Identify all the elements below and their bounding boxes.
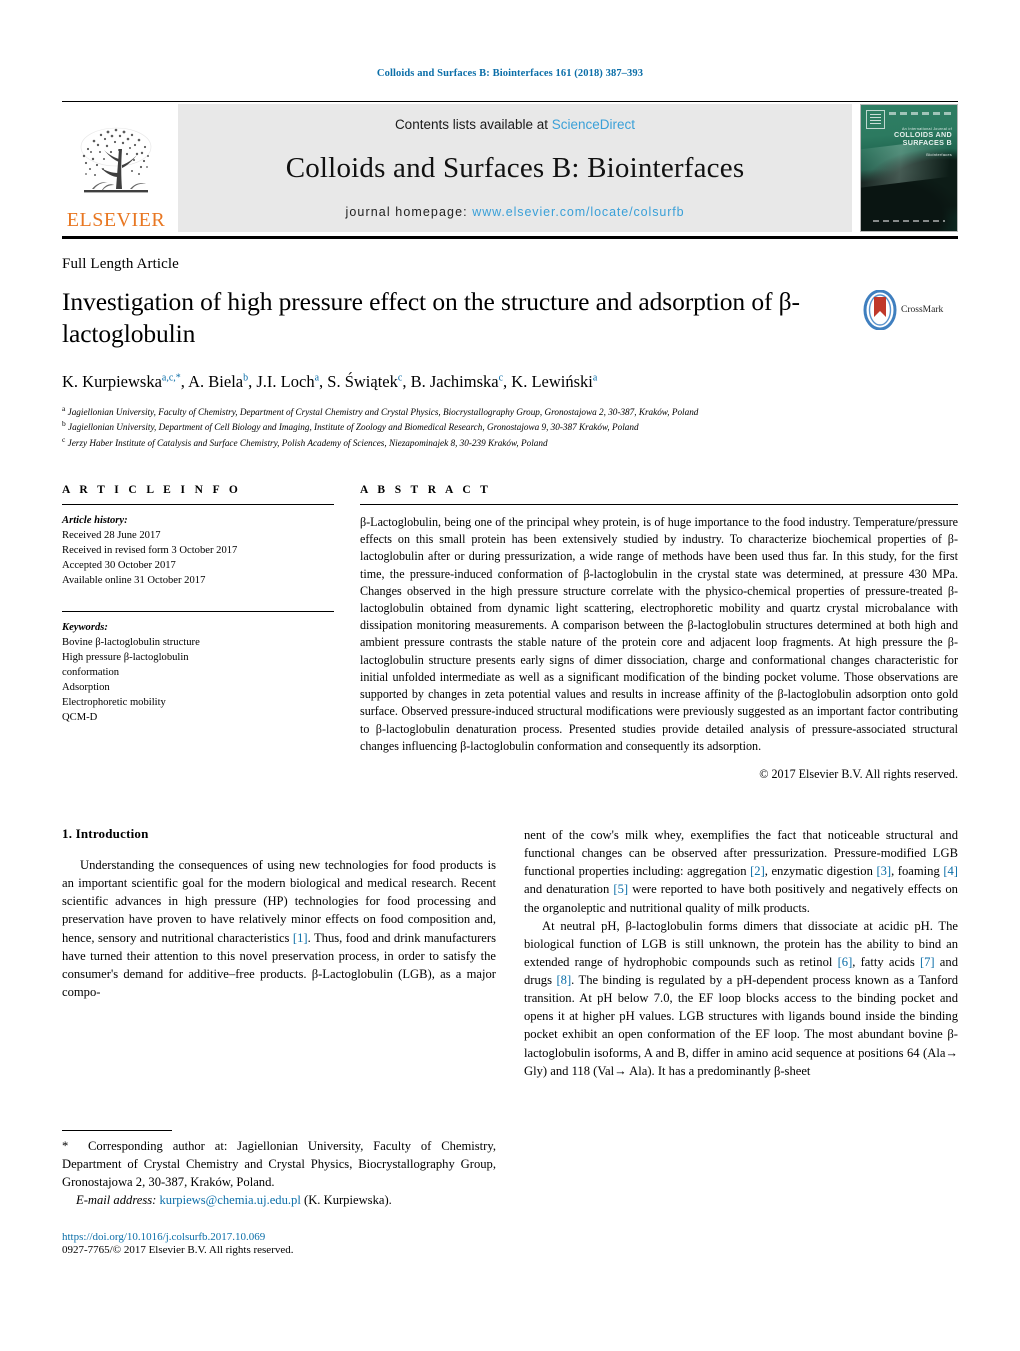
article-history-label: Article history: xyxy=(62,514,128,526)
history-item: Received 28 June 2017 xyxy=(62,529,161,541)
cover-top-rule xyxy=(889,112,953,115)
history-item: Accepted 30 October 2017 xyxy=(62,560,176,572)
body-columns: 1. Introduction Understanding the conseq… xyxy=(62,826,958,1256)
homepage-label: journal homepage: xyxy=(345,204,473,219)
running-head: Colloids and Surfaces B: Biointerfaces 1… xyxy=(376,68,644,79)
history-item: Received in revised form 3 October 2017 xyxy=(62,545,238,556)
info-abstract-region: A R T I C L E I N F O Article history: R… xyxy=(62,484,958,782)
elsevier-logo: ELSEVIER xyxy=(62,104,170,232)
abstract-text: β-Lactoglobulin, being one of the princi… xyxy=(360,514,958,753)
journal-homepage-line: journal homepage: www.elsevier.com/locat… xyxy=(345,205,684,219)
cover-elsevier-mark xyxy=(866,110,885,129)
email-note: E-mail address: kurpiews@chemia.uj.edu.p… xyxy=(62,1191,496,1209)
crossmark-label: CrossMark xyxy=(901,305,944,315)
journal-cover-thumbnail: An International Journal of COLLOIDS AND… xyxy=(860,104,958,232)
keyword-item: High pressure β-lactoglobulin xyxy=(62,652,189,664)
masthead-top-rule xyxy=(62,101,958,102)
footnote-rule xyxy=(62,1129,172,1131)
affiliations-block: a Jagiellonian University, Faculty of Ch… xyxy=(62,404,958,450)
doi-block: https://doi.org/10.1016/j.colsurfb.2017.… xyxy=(62,1231,496,1256)
elsevier-wordmark: ELSEVIER xyxy=(66,209,166,231)
keyword-item: Bovine β-lactoglobulin structure xyxy=(62,637,200,649)
affiliation-b: b Jagiellonian University, Department of… xyxy=(62,419,639,433)
elsevier-tree-icon xyxy=(80,127,152,193)
corresponding-author-note: * Corresponding author at: Jagiellonian … xyxy=(62,1138,496,1189)
intro-paragraph-left: Understanding the consequences of using … xyxy=(62,858,496,999)
article-info-rule xyxy=(62,503,334,505)
crossmark-icon xyxy=(863,290,897,330)
keywords-label: Keywords: xyxy=(62,622,108,634)
history-item: Available online 31 October 2017 xyxy=(62,575,206,587)
cover-line-main: COLLOIDS AND SURFACES B xyxy=(893,130,952,148)
doi-link[interactable]: https://doi.org/10.1016/j.colsurfb.2017.… xyxy=(62,1231,496,1243)
sciencedirect-link[interactable]: ScienceDirect xyxy=(552,117,635,132)
title-column: Investigation of high pressure effect on… xyxy=(62,286,863,350)
keywords-block: Keywords: Bovine β-lactoglobulin structu… xyxy=(62,620,334,725)
journal-title: Colloids and Surfaces B: Biointerfaces xyxy=(285,151,745,184)
contents-lists-line: Contents lists available at ScienceDirec… xyxy=(395,117,635,132)
email-link[interactable]: kurpiews@chemia.uj.edu.pl xyxy=(160,1193,301,1207)
keyword-item: Adsorption xyxy=(62,682,110,694)
article-history-block: Article history: Received 28 June 2017 R… xyxy=(62,513,334,588)
title-row: Investigation of high pressure effect on… xyxy=(62,286,958,350)
article-info-column: A R T I C L E I N F O Article history: R… xyxy=(62,484,334,782)
section-heading-introduction: 1. Introduction xyxy=(62,826,149,841)
body-column-right: nent of the cow's milk whey, exemplifies… xyxy=(524,826,958,1256)
article-type-label: Full Length Article xyxy=(62,256,179,272)
keyword-item: Electrophoretic mobility xyxy=(62,697,166,709)
affiliation-a: a Jagiellonian University, Faculty of Ch… xyxy=(62,403,699,417)
masthead-bottom-rule xyxy=(62,236,958,239)
abstract-rule xyxy=(360,503,958,505)
masthead-banner: Contents lists available at ScienceDirec… xyxy=(178,104,852,232)
article-page: Colloids and Surfaces B: Biointerfaces 1… xyxy=(0,0,1020,1351)
intro-paragraph-right-1: nent of the cow's milk whey, exemplifies… xyxy=(524,828,958,915)
article-info-heading: A R T I C L E I N F O xyxy=(62,483,242,496)
issn-copyright: 0927-7765/© 2017 Elsevier B.V. All right… xyxy=(62,1244,294,1256)
keywords-rule xyxy=(62,611,334,613)
cover-line-sub: Biointerfaces xyxy=(926,151,952,157)
keyword-item: conformation xyxy=(62,667,120,679)
abstract-column: A B S T R A C T β-Lactoglobulin, being o… xyxy=(360,484,958,782)
contents-prefix: Contents lists available at xyxy=(394,117,552,132)
page-title: Investigation of high pressure effect on… xyxy=(62,287,800,349)
body-column-left: 1. Introduction Understanding the conseq… xyxy=(62,826,496,1256)
email-label: E-mail address: xyxy=(76,1192,157,1207)
cover-bottom-rule xyxy=(873,220,945,222)
homepage-url-link[interactable]: www.elsevier.com/locate/colsurfb xyxy=(472,205,684,219)
abstract-heading: A B S T R A C T xyxy=(360,483,492,496)
author-list: K. Kurpiewskaa,c,*, A. Bielab, J.I. Loch… xyxy=(62,372,598,392)
keyword-item: QCM-D xyxy=(62,712,98,724)
crossmark-badge[interactable]: CrossMark xyxy=(863,286,958,330)
intro-paragraph-right-2: At neutral pH, β-lactoglobulin forms dim… xyxy=(524,918,958,1078)
email-suffix: (K. Kurpiewska). xyxy=(304,1192,392,1207)
footnotes-block: * Corresponding author at: Jagiellonian … xyxy=(62,1129,496,1256)
journal-masthead: ELSEVIER Contents lists available at Sci… xyxy=(62,104,958,232)
affiliation-c: c Jerzy Haber Institute of Catalysis and… xyxy=(62,435,548,449)
abstract-copyright: © 2017 Elsevier B.V. All rights reserved… xyxy=(759,767,958,781)
cover-title-block: An International Journal of COLLOIDS AND… xyxy=(884,127,952,157)
